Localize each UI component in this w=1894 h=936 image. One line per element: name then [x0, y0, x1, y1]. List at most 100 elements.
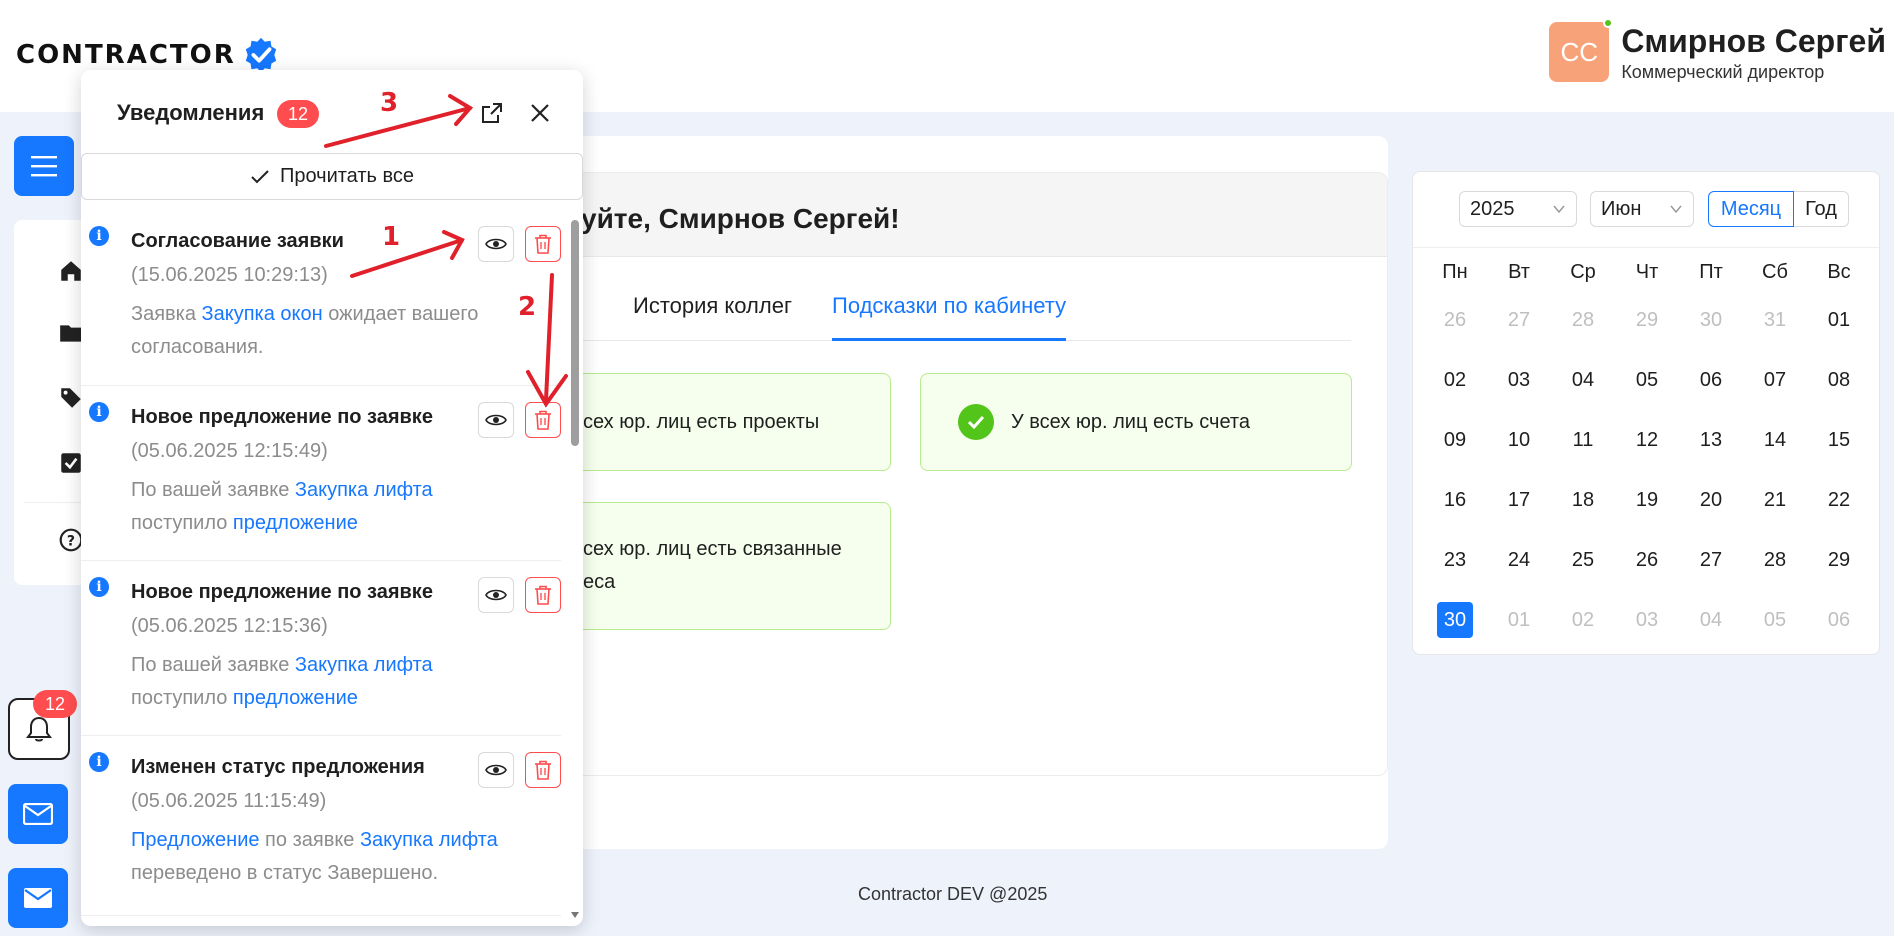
notification-link[interactable]: Предложение	[131, 829, 260, 851]
calendar-day-number: 23	[1443, 548, 1467, 571]
calendar-day[interactable]: 25	[1551, 549, 1615, 572]
tab-colleagues-history[interactable]: История коллег	[633, 283, 792, 341]
notification-item[interactable]: i Новое предложение по заявке (05.06.2025 …	[81, 386, 561, 561]
calendar-week-row: 30 01 02 03 04 05 06	[1413, 590, 1879, 650]
calendar-day[interactable]: 31	[1743, 309, 1807, 332]
calendar-day[interactable]: 14	[1743, 429, 1807, 452]
notification-item[interactable]: i Новое предложение по заявке (05.06.2025 …	[81, 561, 561, 736]
calendar-day[interactable]: 06	[1807, 609, 1871, 632]
calendar-day[interactable]: 06	[1679, 369, 1743, 392]
scroll-down-icon[interactable]	[569, 910, 581, 920]
notification-link[interactable]: Закупка лифта	[360, 829, 498, 851]
notification-link[interactable]: Закупка окон	[202, 303, 323, 325]
notification-link[interactable]: предложение	[233, 687, 358, 709]
calendar-day-today[interactable]: 30	[1423, 602, 1487, 638]
notification-link[interactable]: Закупка лифта	[295, 479, 433, 501]
menu-toggle-button[interactable]	[14, 136, 74, 196]
year-select[interactable]: 2025	[1459, 191, 1577, 227]
close-panel-button[interactable]	[525, 98, 555, 128]
month-select[interactable]: Июн	[1590, 191, 1694, 227]
notification-text: переведено в статус Завершено.	[131, 862, 439, 884]
calendar-day[interactable]: 20	[1679, 489, 1743, 512]
calendar-day[interactable]: 15	[1807, 429, 1871, 452]
calendar-widget: 2025 Июн Месяц Год Пн Вт Ср Чт Пт Сб Вс 26 27 28 2…	[1412, 171, 1880, 655]
calendar-day[interactable]: 24	[1487, 549, 1551, 572]
calendar-day[interactable]: 10	[1487, 429, 1551, 452]
mode-month-button[interactable]: Месяц	[1708, 191, 1794, 227]
open-external-button[interactable]	[477, 98, 507, 128]
calendar-day-number: 02	[1571, 608, 1595, 631]
calendar-day[interactable]: 29	[1615, 309, 1679, 332]
calendar-day[interactable]: 23	[1423, 549, 1487, 572]
calendar-day-number: 14	[1763, 428, 1787, 451]
calendar-day[interactable]: 12	[1615, 429, 1679, 452]
trash-icon	[535, 585, 551, 605]
calendar-day[interactable]: 27	[1487, 309, 1551, 332]
calendar-day-number: 16	[1443, 488, 1467, 511]
scrollbar-thumb[interactable]	[571, 220, 579, 446]
avatar-initials: СС	[1560, 36, 1599, 67]
calendar-day-number: 08	[1827, 368, 1851, 391]
calendar-day[interactable]: 28	[1551, 309, 1615, 332]
calendar-day[interactable]: 26	[1615, 549, 1679, 572]
calendar-week-row: 09 10 11 12 13 14 15	[1413, 410, 1879, 470]
calendar-day[interactable]: 01	[1807, 309, 1871, 332]
calendar-day[interactable]: 01	[1487, 609, 1551, 632]
tab-cabinet-hints[interactable]: Подсказки по кабинету	[832, 283, 1067, 341]
view-notification-button[interactable]	[478, 402, 514, 438]
user-role: Коммерческий директор	[1621, 62, 1825, 82]
calendar-day[interactable]: 08	[1807, 369, 1871, 392]
bell-icon	[26, 716, 52, 742]
notification-link[interactable]: предложение	[233, 512, 358, 534]
view-notification-button[interactable]	[478, 577, 514, 613]
calendar-day[interactable]: 29	[1807, 549, 1871, 572]
messages-button[interactable]	[8, 784, 68, 844]
delete-notification-button[interactable]	[525, 226, 561, 262]
calendar-day[interactable]: 11	[1551, 429, 1615, 452]
user-profile[interactable]: СС Смирнов Сергей Коммерческий директор	[1549, 18, 1886, 83]
notification-item[interactable]: i Изменен статус предложения (05.06.2025 1…	[81, 736, 561, 916]
calendar-day-number: 26	[1635, 548, 1659, 571]
mode-year-button[interactable]: Год	[1794, 191, 1849, 227]
calendar-day[interactable]: 05	[1615, 369, 1679, 392]
calendar-day[interactable]: 26	[1423, 309, 1487, 332]
view-notification-button[interactable]	[478, 226, 514, 262]
calendar-day[interactable]: 27	[1679, 549, 1743, 572]
notification-link[interactable]: Закупка лифта	[295, 654, 433, 676]
delete-notification-button[interactable]	[525, 402, 561, 438]
calendar-day[interactable]: 28	[1743, 549, 1807, 572]
notification-item[interactable]: i Согласование заявки (15.06.2025 10:29:13…	[81, 210, 561, 386]
calendar-day[interactable]: 04	[1679, 609, 1743, 632]
read-all-button[interactable]: Прочитать все	[81, 153, 583, 200]
calendar-day[interactable]: 22	[1807, 489, 1871, 512]
mail-icon	[23, 803, 53, 825]
calendar-day[interactable]: 09	[1423, 429, 1487, 452]
hint-text: У всех юр. лиц есть счета	[1011, 411, 1250, 433]
avatar[interactable]: СС	[1549, 18, 1614, 82]
calendar-day[interactable]: 04	[1551, 369, 1615, 392]
calendar-day[interactable]: 05	[1743, 609, 1807, 632]
calendar-day-number: 12	[1635, 428, 1659, 451]
year-select-value: 2025	[1470, 198, 1515, 220]
view-notification-button[interactable]	[478, 752, 514, 788]
calendar-day[interactable]: 07	[1743, 369, 1807, 392]
calendar-day[interactable]: 03	[1615, 609, 1679, 632]
calendar-day[interactable]: 17	[1487, 489, 1551, 512]
delete-notification-button[interactable]	[525, 752, 561, 788]
calendar-day[interactable]: 16	[1423, 489, 1487, 512]
calendar-day[interactable]: 13	[1679, 429, 1743, 452]
calendar-day[interactable]: 30	[1679, 309, 1743, 332]
app-logo[interactable]: CONTRACTOR	[16, 36, 280, 74]
user-info: Смирнов Сергей Коммерческий директор	[1621, 22, 1886, 83]
calendar-day[interactable]: 03	[1487, 369, 1551, 392]
calendar-day[interactable]: 21	[1743, 489, 1807, 512]
panel-title: Уведомления	[117, 100, 265, 125]
delete-notification-button[interactable]	[525, 577, 561, 613]
calendar-day[interactable]: 02	[1423, 369, 1487, 392]
notifications-list[interactable]: i Согласование заявки (15.06.2025 10:29:13…	[81, 210, 583, 926]
calendar-day[interactable]: 18	[1551, 489, 1615, 512]
inbox-button[interactable]	[8, 868, 68, 928]
trash-icon	[535, 760, 551, 780]
calendar-day[interactable]: 02	[1551, 609, 1615, 632]
calendar-day[interactable]: 19	[1615, 489, 1679, 512]
